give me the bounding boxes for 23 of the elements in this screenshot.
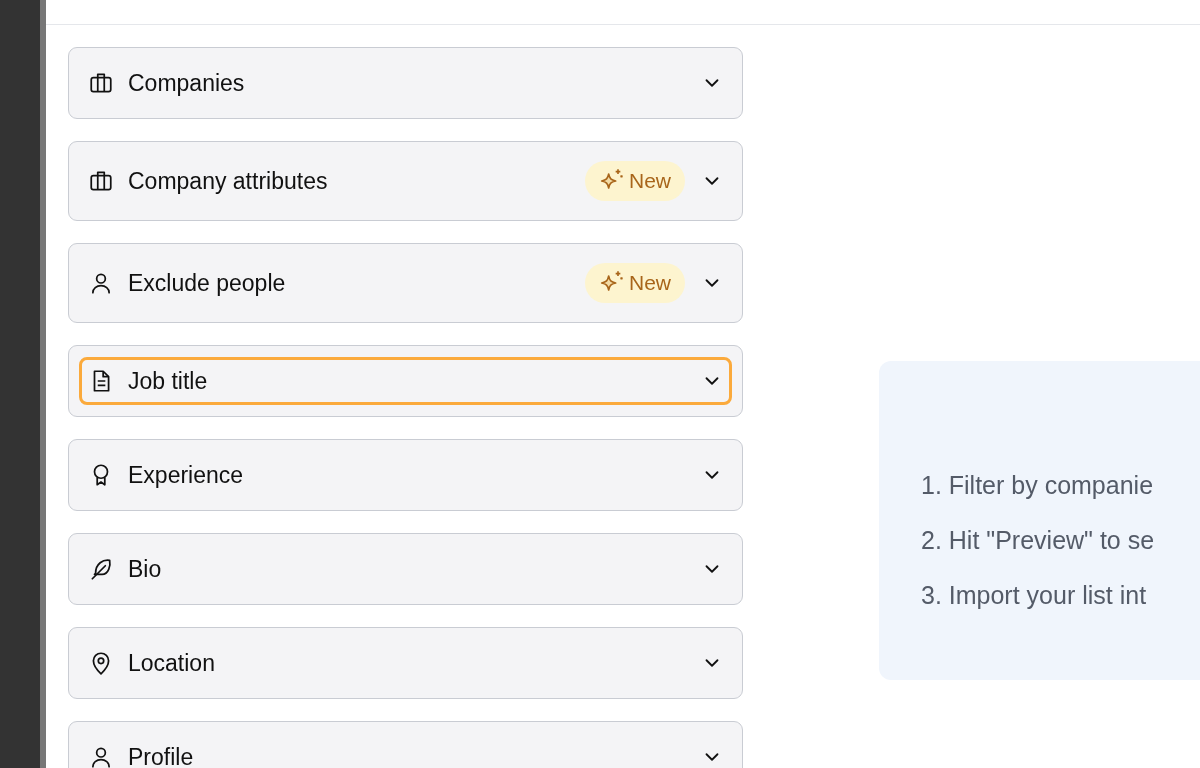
briefcase-icon [88, 168, 114, 194]
filter-header[interactable]: Exclude people New [79, 259, 732, 307]
filter-label: Exclude people [128, 269, 287, 297]
filter-header[interactable]: Company attributes New [79, 157, 732, 205]
filter-header[interactable]: Bio [79, 545, 732, 593]
instruction-step: 1. Filter by companie [921, 471, 1200, 500]
instruction-step: 3. Import your list int [921, 581, 1200, 610]
badge-text: New [629, 169, 671, 193]
filter-header[interactable]: Profile [79, 733, 732, 768]
instruction-step: 2. Hit "Preview" to se [921, 526, 1200, 555]
filter-header[interactable]: Location [79, 639, 732, 687]
filter-label: Company attributes [128, 167, 329, 195]
filter-header[interactable]: Job title [79, 357, 732, 405]
filter-header[interactable]: Companies [79, 59, 732, 107]
filter-header[interactable]: Experience [79, 451, 732, 499]
filter-label: Bio [128, 555, 163, 583]
filter-label: Location [128, 649, 216, 677]
briefcase-icon [88, 70, 114, 96]
filter-label: Profile [128, 743, 195, 768]
badge-text: New [629, 271, 671, 295]
filter-label: Job title [128, 367, 209, 395]
filter-label: Experience [128, 461, 245, 489]
filter-label: Companies [128, 69, 246, 97]
